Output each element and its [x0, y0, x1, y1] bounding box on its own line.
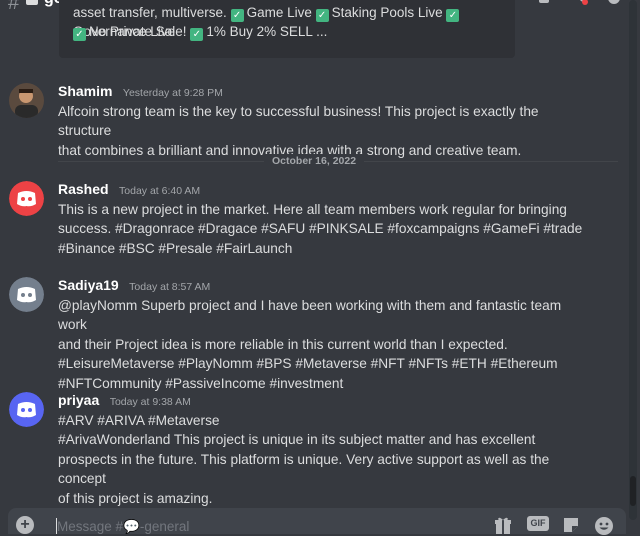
message-header: Sadiya19 Today at 8:57 AM — [58, 277, 210, 295]
check-mark-icon: ✓ — [230, 9, 244, 22]
avatar[interactable] — [9, 277, 44, 312]
timestamp: Today at 8:57 AM — [129, 281, 211, 293]
avatar[interactable] — [9, 181, 44, 216]
message-input[interactable] — [57, 519, 437, 534]
embed-description: asset transfer, multiverse. ✓ Game Live ✓… — [73, 5, 503, 41]
gift-icon[interactable] — [494, 516, 512, 534]
timestamp: Today at 6:40 AM — [119, 185, 201, 197]
scrollbar-thumb[interactable] — [630, 476, 636, 506]
date-divider-label: October 16, 2022 — [264, 154, 365, 168]
emoji-icon[interactable] — [594, 516, 614, 536]
message-content: @playNomm Superb project and I have been… — [58, 298, 562, 391]
message-content: This is a new project in the market. Her… — [58, 202, 583, 256]
message-header: Shamim Yesterday at 9:28 PM — [58, 83, 223, 101]
check-mark-icon: ✓ — [446, 9, 460, 22]
check-mark-icon: ✓ — [73, 28, 86, 41]
message-content: #ARV #ARIVA #Metaverse #ArivaWonderland … — [58, 413, 550, 506]
author-name[interactable]: Shamim — [58, 83, 112, 99]
discord-logo-icon — [9, 277, 44, 312]
message-content: Alfcoin strong team is the key to succes… — [58, 104, 539, 158]
timestamp: Today at 9:38 AM — [109, 396, 191, 408]
hash-icon: # — [8, 0, 20, 14]
author-name[interactable]: priyaa — [58, 392, 99, 408]
avatar[interactable] — [9, 83, 44, 118]
message-header: priyaa Today at 9:38 AM — [58, 392, 191, 410]
bell-icon[interactable] — [536, 0, 552, 6]
check-mark-icon: ✓ — [315, 9, 329, 22]
sticker-icon[interactable] — [562, 516, 580, 534]
discord-logo-icon — [9, 392, 44, 427]
author-name[interactable]: Rashed — [58, 181, 109, 197]
message-embed: asset transfer, multiverse. ✓ Game Live ✓… — [59, 0, 515, 58]
author-name[interactable]: Sadiya19 — [58, 277, 119, 293]
user-photo-icon — [9, 83, 44, 118]
plus-circle-icon[interactable]: + — [16, 516, 34, 534]
pin-icon[interactable] — [572, 0, 588, 6]
discord-logo-icon — [9, 181, 44, 216]
check-mark-icon: ✓ — [190, 28, 204, 41]
speech-balloon-icon — [26, 0, 38, 5]
scrollbar-track[interactable] — [629, 0, 637, 520]
gif-icon[interactable]: GIF — [527, 516, 549, 531]
member-list-icon[interactable] — [604, 0, 620, 6]
timestamp: Yesterday at 9:28 PM — [122, 87, 223, 99]
avatar[interactable] — [9, 392, 44, 427]
message-header: Rashed Today at 6:40 AM — [58, 181, 200, 199]
